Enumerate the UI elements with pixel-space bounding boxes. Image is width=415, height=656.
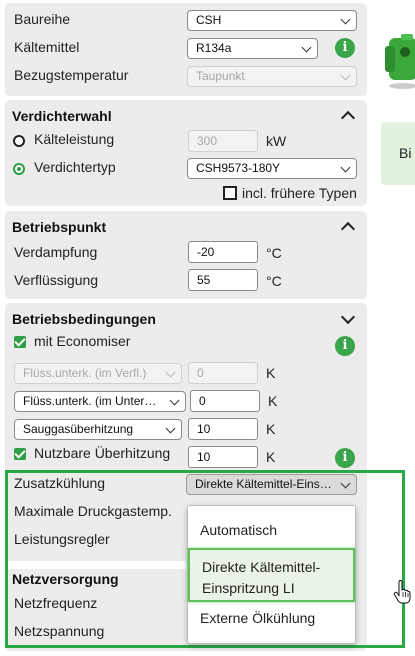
economiser-label: mit Economiser <box>34 333 131 349</box>
option-line-1: Direkte Kältemittel- <box>202 559 321 575</box>
option-line-2: Einspritzung LI <box>202 580 295 596</box>
bezugstemperatur-select: Taupunkt <box>187 66 357 87</box>
chevron-down-icon <box>340 478 351 489</box>
verfluessigung-label: Verflüssigung <box>14 272 99 288</box>
max-druckgastemp-label: Maximale Druckgastemp. <box>14 503 172 519</box>
info-icon[interactable]: i <box>335 38 355 58</box>
fluess-verfl-select: Flüss.unterk. (im Verfl.) <box>14 363 182 384</box>
info-icon[interactable]: i <box>335 336 355 356</box>
netzversorgung-title: Netzversorgung <box>12 571 119 587</box>
zusatzkuehlung-label: Zusatzkühlung <box>14 475 106 491</box>
chevron-down-icon <box>165 423 176 434</box>
leistungsregler-label: Leistungsregler <box>14 531 110 547</box>
chevron-down-icon <box>340 162 351 173</box>
hand-cursor-icon <box>393 580 411 604</box>
nutzbare-ueberhitzung-value: 10 <box>197 450 211 464</box>
fluess-unter-select-value: Flüss.unterk. (im Unter… <box>23 394 157 408</box>
nutzbare-ueberhitzung-input[interactable]: 10 <box>188 446 258 468</box>
kaeltemittel-select[interactable]: R134a <box>187 38 318 59</box>
verdichterwahl-title: Verdichterwahl <box>12 108 112 124</box>
dropdown-option-automatisch[interactable]: Automatisch <box>188 522 355 544</box>
verfluessigung-value: 55 <box>197 273 211 287</box>
betriebsbedingungen-title: Betriebsbedingungen <box>12 311 156 327</box>
chevron-down-icon <box>301 42 312 53</box>
verdampfung-unit: °C <box>266 245 282 261</box>
sauggas-value: 10 <box>197 422 211 436</box>
verdampfung-input[interactable]: -20 <box>188 241 258 263</box>
kaelteleistung-unit: kW <box>266 133 287 149</box>
section-divider <box>8 561 186 569</box>
fruehere-typen-label: incl. frühere Typen <box>242 185 357 201</box>
chevron-down-icon <box>340 14 351 25</box>
verdampfung-label: Verdampfung <box>14 244 98 260</box>
sauggas-input[interactable]: 10 <box>188 418 258 440</box>
fluess-verfl-select-value: Flüss.unterk. (im Verfl.) <box>23 366 147 380</box>
fluess-verfl-input: 0 <box>188 362 258 384</box>
verdichtertyp-label: Verdichtertyp <box>34 159 116 175</box>
verdichtertyp-select[interactable]: CSH9573-180Y <box>187 158 357 179</box>
verfluessigung-input[interactable]: 55 <box>188 269 258 291</box>
info-icon[interactable]: i <box>335 448 355 468</box>
verdampfung-value: -20 <box>197 245 215 259</box>
fluess-verfl-unit: K <box>266 365 276 381</box>
betriebspunkt-title: Betriebspunkt <box>12 219 107 235</box>
netzspannung-label: Netzspannung <box>14 623 105 639</box>
netzfrequenz-label: Netzfrequenz <box>14 595 98 611</box>
bezugstemperatur-value: Taupunkt <box>196 69 245 83</box>
nutzbare-ueberhitzung-checkbox[interactable] <box>14 448 26 460</box>
kaelteleistung-input: 300 <box>188 130 258 152</box>
sauggas-select[interactable]: Sauggasüberhitzung <box>14 419 182 440</box>
baureihe-value: CSH <box>196 13 222 27</box>
fluess-unter-unit: K <box>268 393 278 409</box>
bezugstemperatur-label: Bezugstemperatur <box>14 67 129 83</box>
fluess-unter-input[interactable]: 0 <box>190 390 260 412</box>
zusatzkuehlung-select[interactable]: Direkte Kältemittel-Eins… <box>186 474 357 495</box>
zusatzkuehlung-dropdown-menu: Automatisch Direkte Kältemittel- Einspri… <box>187 505 356 644</box>
verfluessigung-unit: °C <box>266 273 282 289</box>
verdichtertyp-value: CSH9573-180Y <box>196 161 281 175</box>
fluess-verfl-value: 0 <box>197 366 204 380</box>
baureihe-label: Baureihe <box>14 11 71 27</box>
kaelteleistung-value: 300 <box>197 134 218 148</box>
chevron-down-icon <box>340 70 351 81</box>
fruehere-typen-checkbox[interactable] <box>223 186 237 200</box>
sauggas-unit: K <box>266 421 276 437</box>
info-card-text: Bi <box>399 145 412 161</box>
info-card: Bi <box>381 122 415 185</box>
nutzbare-ueberhitzung-unit: K <box>266 449 276 465</box>
compressor-image <box>385 34 415 89</box>
dropdown-option-direkte-einspritzung[interactable]: Direkte Kältemittel- Einspritzung LI <box>188 548 355 602</box>
chevron-down-icon <box>169 395 180 406</box>
nutzbare-ueberhitzung-label: Nutzbare Überhitzung <box>34 445 171 461</box>
verdichtertyp-radio[interactable] <box>13 163 25 175</box>
baureihe-select[interactable]: CSH <box>187 10 357 31</box>
sauggas-select-value: Sauggasüberhitzung <box>23 422 134 436</box>
chevron-down-icon <box>165 367 176 378</box>
kaelteleistung-radio[interactable] <box>13 135 25 147</box>
kaeltemittel-value: R134a <box>196 41 232 55</box>
economiser-checkbox[interactable] <box>14 336 26 348</box>
kaelteleistung-label: Kälteleistung <box>34 131 115 147</box>
fluess-unter-value: 0 <box>199 394 206 408</box>
zusatzkuehlung-value: Direkte Kältemittel-Eins… <box>195 477 332 491</box>
fluess-unter-select[interactable]: Flüss.unterk. (im Unter… <box>14 391 186 412</box>
kaeltemittel-label: Kältemittel <box>14 39 80 55</box>
dropdown-option-externe-oelkuehlung[interactable]: Externe Ölkühlung <box>188 610 355 632</box>
